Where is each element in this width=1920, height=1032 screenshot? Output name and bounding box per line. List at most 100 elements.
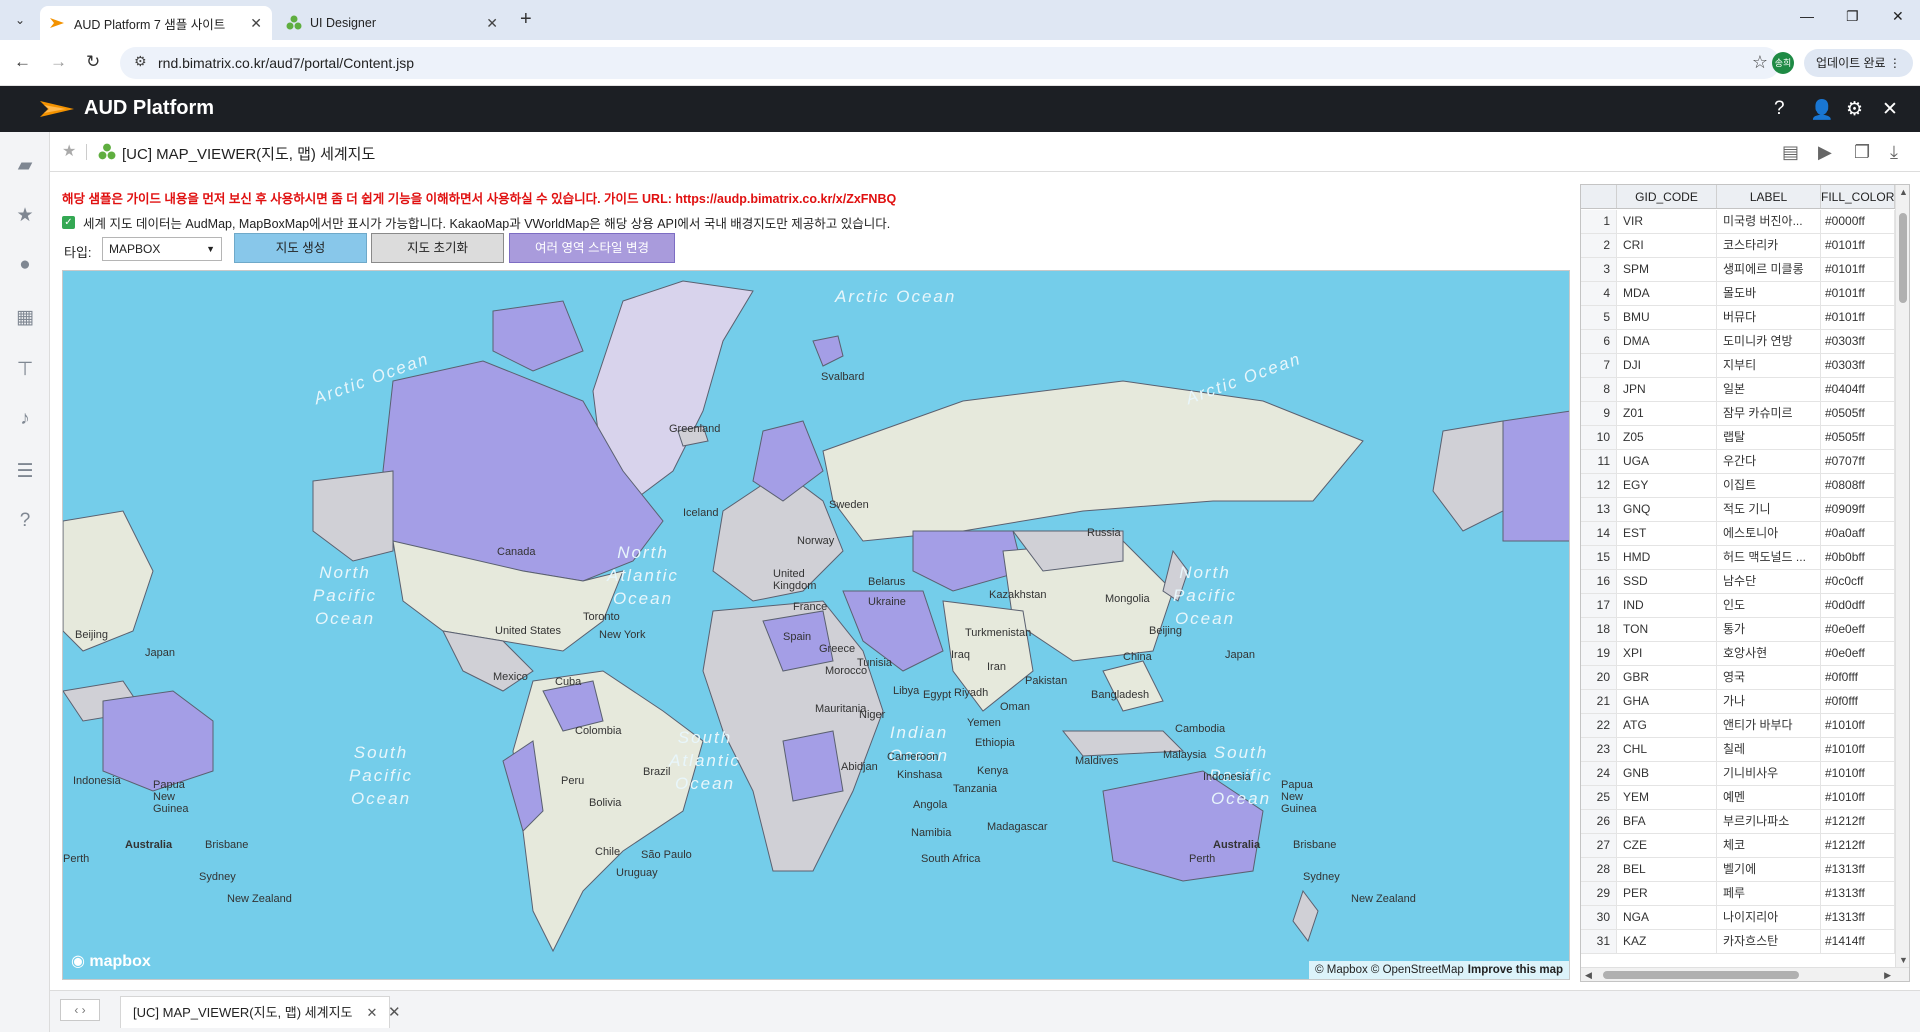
gid-code-cell[interactable]: EST (1617, 522, 1717, 545)
gid-code-cell[interactable]: CHL (1617, 738, 1717, 761)
gid-code-cell[interactable]: MDA (1617, 282, 1717, 305)
close-all-icon[interactable]: ✕ (388, 1003, 401, 1021)
label-cell[interactable]: 체코 (1717, 834, 1821, 857)
vertical-scroll-thumb[interactable] (1899, 213, 1907, 303)
gid-code-cell[interactable]: NGA (1617, 906, 1717, 929)
row-number[interactable]: 3 (1581, 258, 1617, 281)
table-row[interactable]: 8 JPN 일본 #0404ff (1581, 378, 1895, 402)
gid-code-cell[interactable]: Z01 (1617, 402, 1717, 425)
row-number[interactable]: 13 (1581, 498, 1617, 521)
table-row[interactable]: 3 SPM 생피에르 미클롱 #0101ff (1581, 258, 1895, 282)
fill-color-cell[interactable]: #0f0fff (1821, 666, 1895, 689)
close-icon[interactable]: ✕ (367, 1005, 378, 1020)
row-number[interactable]: 29 (1581, 882, 1617, 905)
label-cell[interactable]: 기니비사우 (1717, 762, 1821, 785)
horizontal-scroll-thumb[interactable] (1603, 971, 1799, 979)
fill-color-cell[interactable]: #0303ff (1821, 354, 1895, 377)
fill-color-cell[interactable]: #0505ff (1821, 402, 1895, 425)
table-row[interactable]: 1 VIR 미국령 버진아... #0000ff (1581, 210, 1895, 234)
fill-color-cell[interactable]: #0f0fff (1821, 690, 1895, 713)
favorite-star-icon[interactable]: ★ (62, 141, 76, 161)
row-number[interactable]: 25 (1581, 786, 1617, 809)
fill-color-cell[interactable]: #0b0bff (1821, 546, 1895, 569)
row-number[interactable]: 17 (1581, 594, 1617, 617)
site-settings-icon[interactable]: ⚙ (134, 53, 147, 70)
table-row[interactable]: 11 UGA 우간다 #0707ff (1581, 450, 1895, 474)
help-icon[interactable]: ? (1774, 98, 1785, 120)
gid-code-cell[interactable]: GNQ (1617, 498, 1717, 521)
gid-code-cell[interactable]: JPN (1617, 378, 1717, 401)
fill-color-cell[interactable]: #0505ff (1821, 426, 1895, 449)
table-row[interactable]: 28 BEL 벨기에 #1313ff (1581, 858, 1895, 882)
fill-color-cell[interactable]: #1212ff (1821, 810, 1895, 833)
tab-search-icon[interactable]: ⌄ (8, 8, 32, 32)
scroll-left-icon[interactable]: ◀ (1585, 970, 1592, 981)
gid-code-cell[interactable]: DJI (1617, 354, 1717, 377)
row-number[interactable]: 1 (1581, 210, 1617, 233)
label-cell[interactable]: 카자흐스탄 (1717, 930, 1821, 953)
improve-map-link[interactable]: Improve this map (1468, 964, 1563, 976)
table-row[interactable]: 4 MDA 몰도바 #0101ff (1581, 282, 1895, 306)
table-row[interactable]: 20 GBR 영국 #0f0fff (1581, 666, 1895, 690)
row-number[interactable]: 26 (1581, 810, 1617, 833)
row-number[interactable]: 2 (1581, 234, 1617, 257)
row-number[interactable]: 19 (1581, 642, 1617, 665)
gid-code-cell[interactable]: UGA (1617, 450, 1717, 473)
checkbox-icon[interactable]: ✓ (62, 216, 75, 229)
gid-code-cell[interactable]: CZE (1617, 834, 1717, 857)
label-cell[interactable]: 지부티 (1717, 354, 1821, 377)
gid-code-cell[interactable]: BFA (1617, 810, 1717, 833)
table-row[interactable]: 25 YEM 예멘 #1010ff (1581, 786, 1895, 810)
label-cell[interactable]: 인도 (1717, 594, 1821, 617)
fill-color-cell[interactable]: #0808ff (1821, 474, 1895, 497)
label-cell[interactable]: 에스토니아 (1717, 522, 1821, 545)
label-cell[interactable]: 벨기에 (1717, 858, 1821, 881)
fill-color-cell[interactable]: #0d0dff (1821, 594, 1895, 617)
scroll-right-icon[interactable]: ▶ (1884, 970, 1891, 981)
label-cell[interactable]: 앤티가 바부다 (1717, 714, 1821, 737)
table-row[interactable]: 5 BMU 버뮤다 #0101ff (1581, 306, 1895, 330)
gid-code-cell[interactable]: TON (1617, 618, 1717, 641)
column-header[interactable]: LABEL (1717, 185, 1821, 208)
table-row[interactable]: 19 XPI 호앙사현 #0e0eff (1581, 642, 1895, 666)
table-row[interactable]: 15 HMD 허드 맥도널드 ... #0b0bff (1581, 546, 1895, 570)
table-row[interactable]: 2 CRI 코스타리카 #0101ff (1581, 234, 1895, 258)
fill-color-cell[interactable]: #0909ff (1821, 498, 1895, 521)
address-bar[interactable]: ⚙ rnd.bimatrix.co.kr/aud7/portal/Content… (120, 47, 1780, 79)
close-icon[interactable]: ✕ (486, 15, 498, 32)
table-row[interactable]: 7 DJI 지부티 #0303ff (1581, 354, 1895, 378)
row-number[interactable]: 22 (1581, 714, 1617, 737)
update-button[interactable]: 업데이트 완료 ⋮ (1804, 49, 1913, 77)
label-cell[interactable]: 미국령 버진아... (1717, 210, 1821, 233)
profile-avatar[interactable]: 송희 (1772, 52, 1794, 74)
change-style-button[interactable]: 여러 영역 스타일 변경 (509, 233, 675, 263)
fill-color-cell[interactable]: #1313ff (1821, 858, 1895, 881)
row-number[interactable]: 14 (1581, 522, 1617, 545)
row-number[interactable]: 27 (1581, 834, 1617, 857)
row-number[interactable]: 18 (1581, 618, 1617, 641)
scroll-down-icon[interactable]: ▼ (1899, 955, 1908, 965)
browser-tab-aud[interactable]: AUD Platform 7 샘플 사이트 ✕ (40, 6, 272, 40)
gid-code-cell[interactable]: HMD (1617, 546, 1717, 569)
label-cell[interactable]: 이집트 (1717, 474, 1821, 497)
table-row[interactable]: 13 GNQ 적도 기니 #0909ff (1581, 498, 1895, 522)
type-select[interactable]: MAPBOX ▼ (102, 237, 222, 261)
row-number[interactable]: 24 (1581, 762, 1617, 785)
row-number[interactable]: 28 (1581, 858, 1617, 881)
minimize-icon[interactable]: — (1800, 8, 1814, 24)
label-cell[interactable]: 코스타리카 (1717, 234, 1821, 257)
row-number[interactable]: 5 (1581, 306, 1617, 329)
table-row[interactable]: 26 BFA 부르키나파소 #1212ff (1581, 810, 1895, 834)
table-row[interactable]: 29 PER 페루 #1313ff (1581, 882, 1895, 906)
fill-color-cell[interactable]: #1313ff (1821, 882, 1895, 905)
fill-color-cell[interactable]: #0101ff (1821, 306, 1895, 329)
world-map[interactable]: Arctic Ocean Arctic Ocean Arctic Ocean N… (62, 270, 1570, 980)
fill-color-cell[interactable]: #0101ff (1821, 282, 1895, 305)
table-row[interactable]: 6 DMA 도미니카 연방 #0303ff (1581, 330, 1895, 354)
row-number[interactable]: 9 (1581, 402, 1617, 425)
gid-code-cell[interactable]: EGY (1617, 474, 1717, 497)
fill-color-cell[interactable]: #0101ff (1821, 234, 1895, 257)
gid-code-cell[interactable]: BMU (1617, 306, 1717, 329)
label-cell[interactable]: 페루 (1717, 882, 1821, 905)
forward-icon[interactable]: → (50, 52, 67, 72)
